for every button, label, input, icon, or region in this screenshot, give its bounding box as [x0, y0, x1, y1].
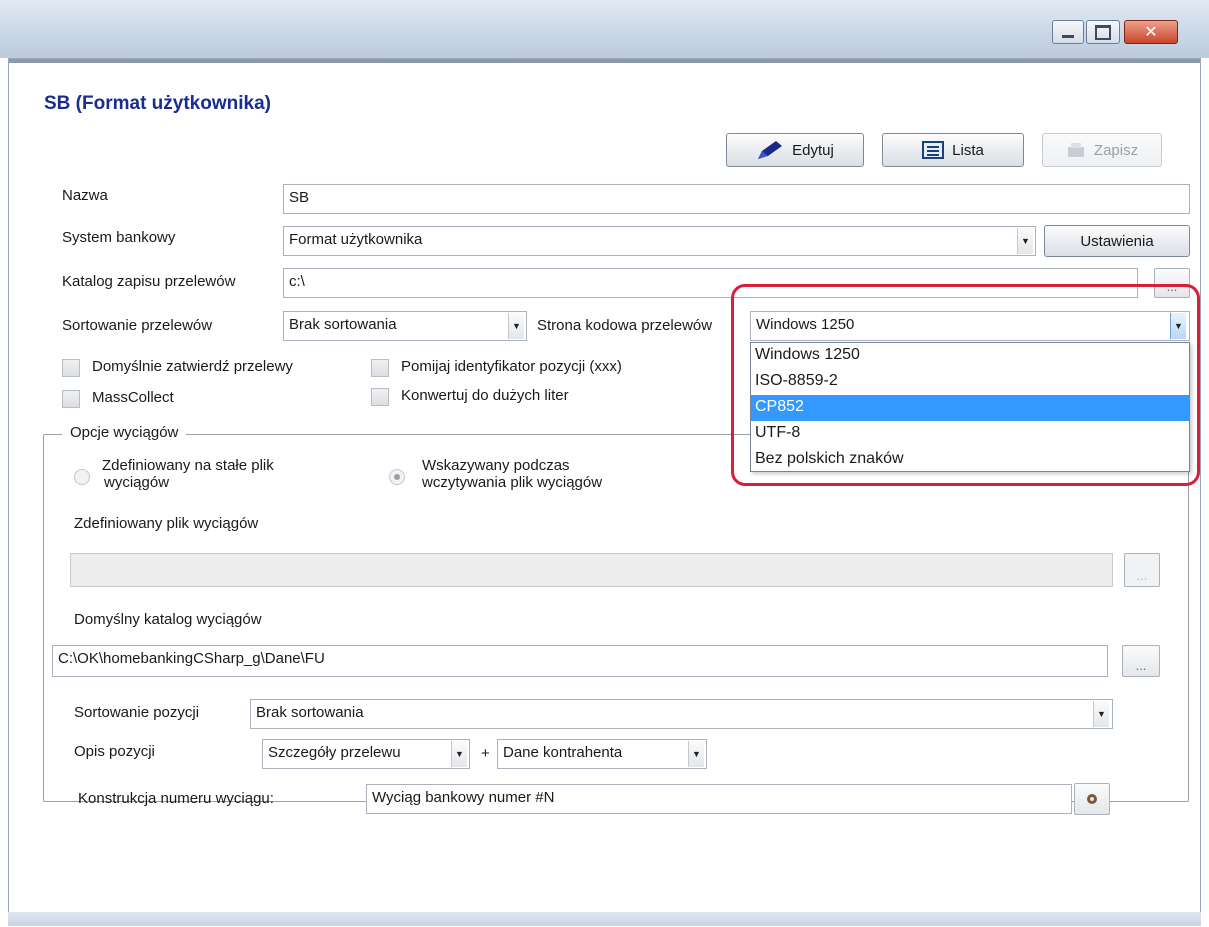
bank-system-value: Format użytkownika	[289, 231, 423, 248]
defined-file-field[interactable]	[70, 553, 1113, 587]
skip-id-checkbox[interactable]	[371, 359, 389, 377]
maximize-button[interactable]	[1086, 20, 1120, 44]
window-bottom-bar	[8, 912, 1201, 926]
sort-items-value: Brak sortowania	[256, 704, 364, 721]
skip-id-label: Pomijaj identyfikator pozycji (xxx)	[401, 358, 622, 375]
bank-system-label: System bankowy	[62, 229, 176, 246]
item-desc-value-2: Dane kontrahenta	[503, 744, 623, 761]
save-icon	[1067, 143, 1084, 157]
item-desc-select-1[interactable]: Szczegóły przelewu	[262, 739, 470, 769]
annotation-highlight	[731, 284, 1200, 486]
prompt-file-radio-label: Wskazywany podczas wczytywania plik wyci…	[422, 457, 603, 491]
number-settings-button[interactable]	[1074, 783, 1110, 815]
auto-approve-label: Domyślnie zatwierdź przelewy	[92, 358, 293, 375]
edit-button-label: Edytuj	[792, 141, 834, 159]
settings-icon	[1087, 794, 1097, 804]
chevron-down-icon[interactable]: ▼	[508, 313, 524, 339]
window-titlebar: ✕	[0, 0, 1209, 58]
close-icon: ✕	[1144, 24, 1158, 41]
settings-button-label: Ustawienia	[1080, 232, 1154, 250]
transfer-dir-label: Katalog zapisu przelewów	[62, 273, 236, 290]
item-desc-label: Opis pozycji	[74, 743, 155, 760]
chevron-down-icon[interactable]: ▼	[688, 741, 704, 767]
sort-transfers-select[interactable]: Brak sortowania	[283, 311, 527, 341]
list-button[interactable]: Lista	[882, 133, 1024, 167]
auto-approve-checkbox[interactable]	[62, 359, 80, 377]
default-dir-label: Domyślny katalog wyciągów	[74, 611, 262, 628]
chevron-down-icon[interactable]: ▼	[1017, 228, 1033, 254]
minimize-icon	[1053, 21, 1083, 43]
close-button[interactable]: ✕	[1124, 20, 1178, 44]
codepage-label: Strona kodowa przelewów	[537, 317, 713, 334]
name-field[interactable]: SB	[283, 184, 1190, 214]
bank-system-select[interactable]: Format użytkownika	[283, 226, 1036, 256]
item-desc-value-1: Szczegóły przelewu	[268, 744, 401, 761]
defined-file-label: Zdefiniowany plik wyciągów	[74, 515, 259, 532]
page-title: SB (Format użytkownika)	[44, 93, 271, 114]
save-button[interactable]: Zapisz	[1042, 133, 1162, 167]
defined-file-browse-button[interactable]: ...	[1124, 553, 1160, 587]
masscollect-checkbox[interactable]	[62, 390, 80, 408]
minimize-button[interactable]	[1052, 20, 1084, 44]
chevron-down-icon[interactable]: ▼	[1093, 701, 1109, 727]
edit-button[interactable]: Edytuj	[726, 133, 864, 167]
list-button-label: Lista	[952, 141, 984, 159]
sort-transfers-value: Brak sortowania	[289, 316, 397, 333]
masscollect-label: MassCollect	[92, 389, 174, 406]
sort-items-label: Sortowanie pozycji	[74, 704, 200, 721]
sort-items-select[interactable]: Brak sortowania	[250, 699, 1113, 729]
maximize-icon	[1087, 21, 1119, 43]
pencil-icon	[758, 141, 783, 159]
settings-button[interactable]: Ustawienia	[1044, 225, 1190, 257]
default-dir-field[interactable]: C:\OK\homebankingCSharp_g\Dane\FU	[52, 645, 1108, 677]
name-label: Nazwa	[62, 187, 108, 204]
number-field[interactable]: Wyciąg bankowy numer #N	[366, 784, 1072, 814]
plus-sign: +	[481, 745, 490, 762]
fixed-file-radio-label: Zdefiniowany na stałe plik wyciągów	[102, 457, 274, 491]
list-icon	[922, 141, 945, 159]
default-dir-browse-button[interactable]: ...	[1122, 645, 1160, 677]
prompt-file-radio[interactable]	[389, 469, 405, 485]
fixed-file-radio[interactable]	[74, 469, 90, 485]
number-label: Konstrukcja numeru wyciągu:	[78, 790, 274, 807]
uppercase-label: Konwertuj do dużych liter	[401, 387, 569, 404]
statements-group-label: Opcje wyciągów	[62, 424, 187, 441]
save-button-label: Zapisz	[1093, 141, 1139, 159]
uppercase-checkbox[interactable]	[371, 388, 389, 406]
item-desc-select-2[interactable]: Dane kontrahenta	[497, 739, 707, 769]
chevron-down-icon[interactable]: ▼	[451, 741, 467, 767]
sort-transfers-label: Sortowanie przelewów	[62, 317, 213, 334]
